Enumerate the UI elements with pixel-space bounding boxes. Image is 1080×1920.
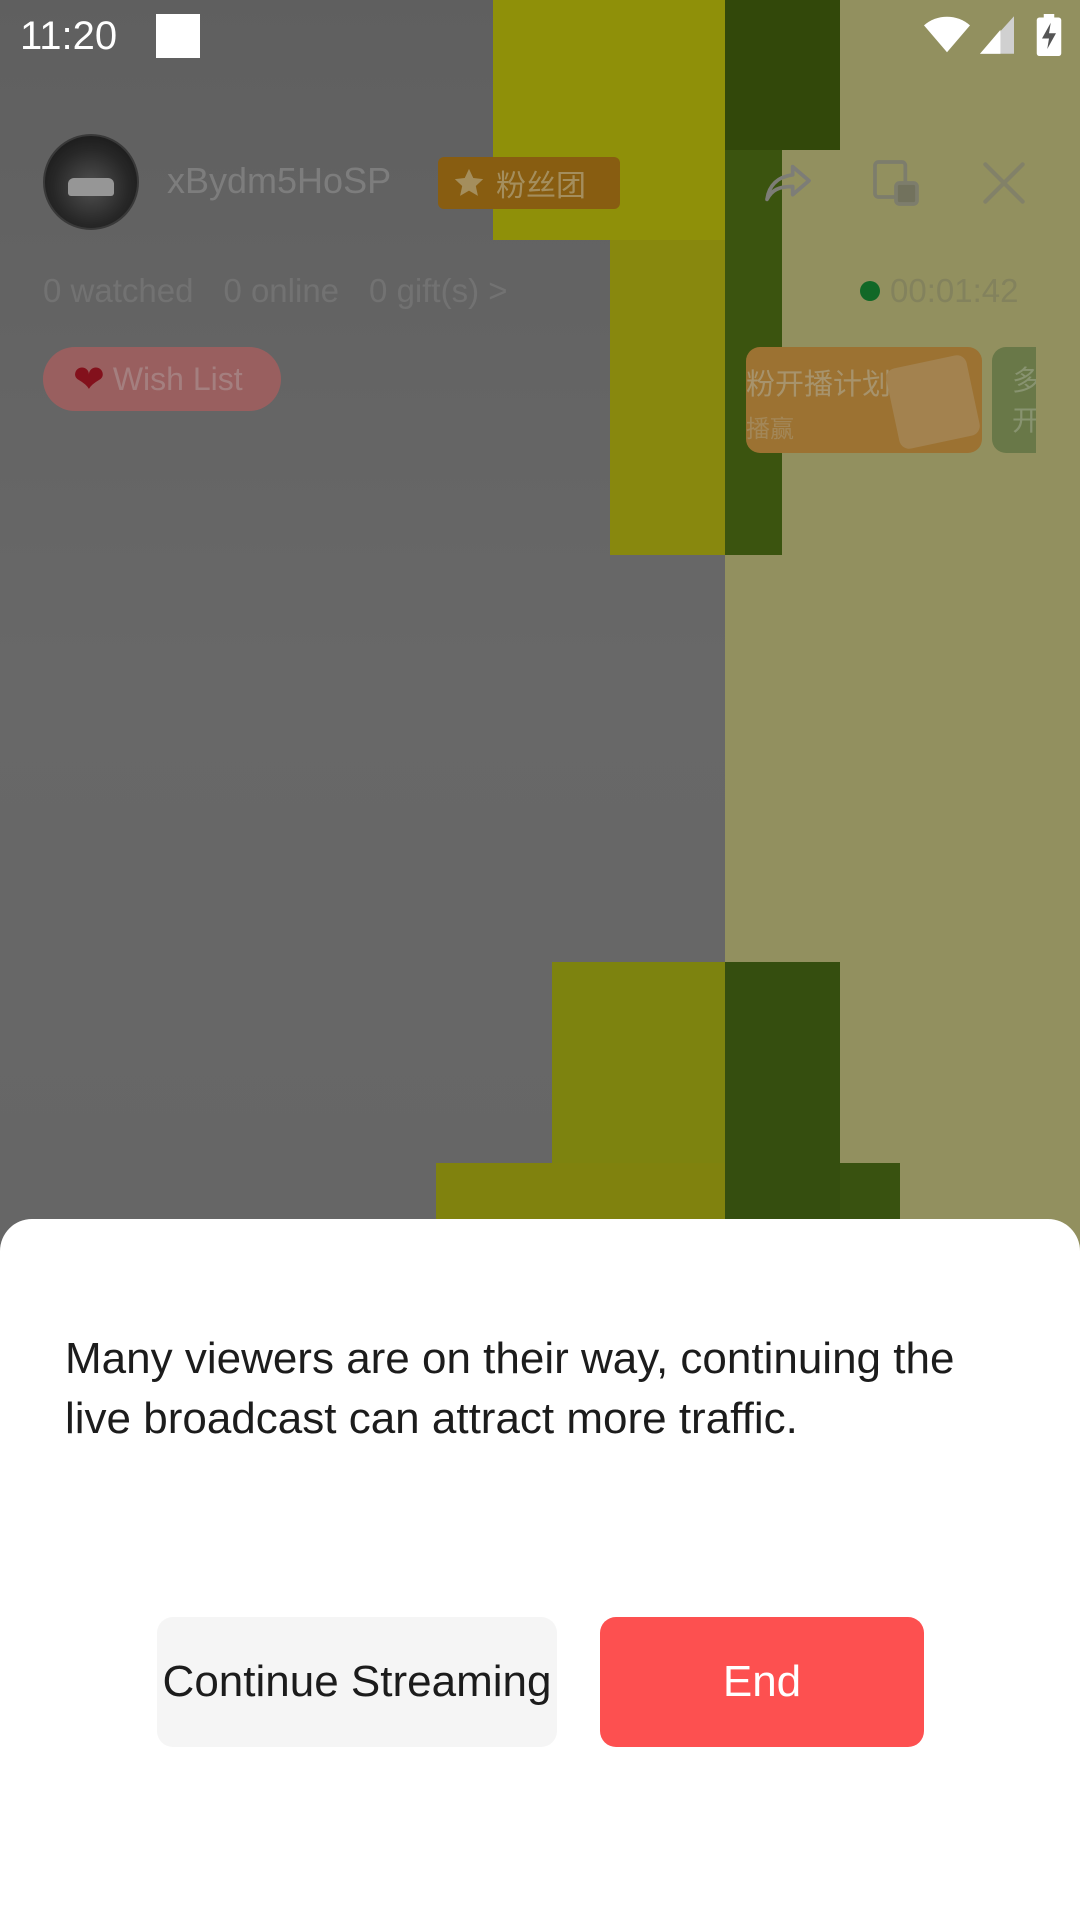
- notification-square-icon: [156, 14, 200, 58]
- end-button[interactable]: End: [600, 1617, 924, 1747]
- end-stream-sheet: Many viewers are on their way, continuin…: [0, 1219, 1080, 1920]
- status-time: 11:20: [20, 14, 118, 58]
- wifi-icon: [924, 16, 970, 53]
- battery-charging-icon: [1036, 14, 1062, 56]
- dialog-message: Many viewers are on their way, continuin…: [65, 1334, 955, 1443]
- signal-icon: [980, 16, 1014, 54]
- status-bar: 11:20: [0, 0, 1080, 72]
- continue-streaming-button[interactable]: Continue Streaming: [157, 1617, 557, 1747]
